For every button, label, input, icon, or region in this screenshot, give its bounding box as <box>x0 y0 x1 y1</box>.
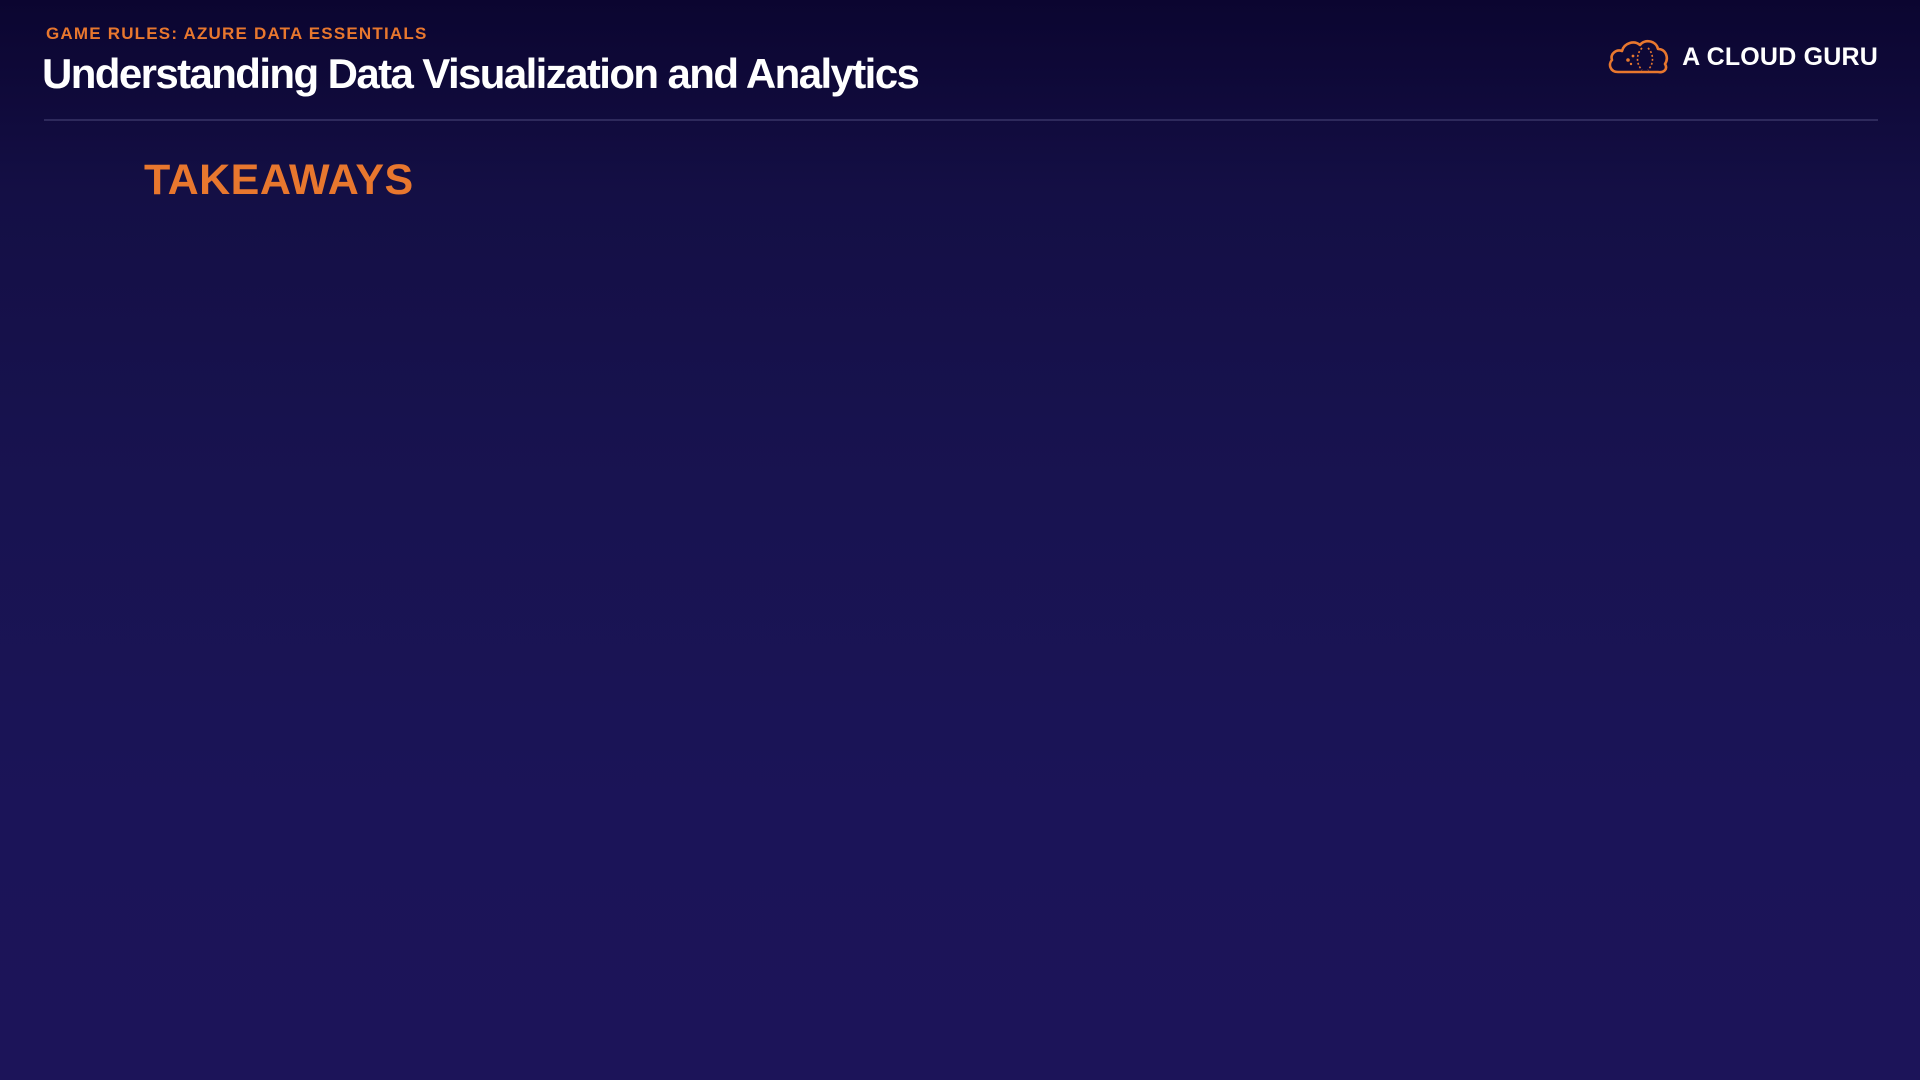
brand-logo: A CLOUD GURU <box>1606 36 1878 78</box>
brand-name: A CLOUD GURU <box>1682 42 1878 71</box>
page-title: Understanding Data Visualization and Ana… <box>42 50 920 97</box>
course-eyebrow: GAME RULES: AZURE DATA ESSENTIALS <box>46 24 428 43</box>
header-divider <box>44 119 1878 121</box>
section-heading: TAKEAWAYS <box>144 156 414 204</box>
slide-header: GAME RULES: AZURE DATA ESSENTIALS Unders… <box>0 0 1920 122</box>
cloud-logo-icon <box>1606 36 1670 78</box>
